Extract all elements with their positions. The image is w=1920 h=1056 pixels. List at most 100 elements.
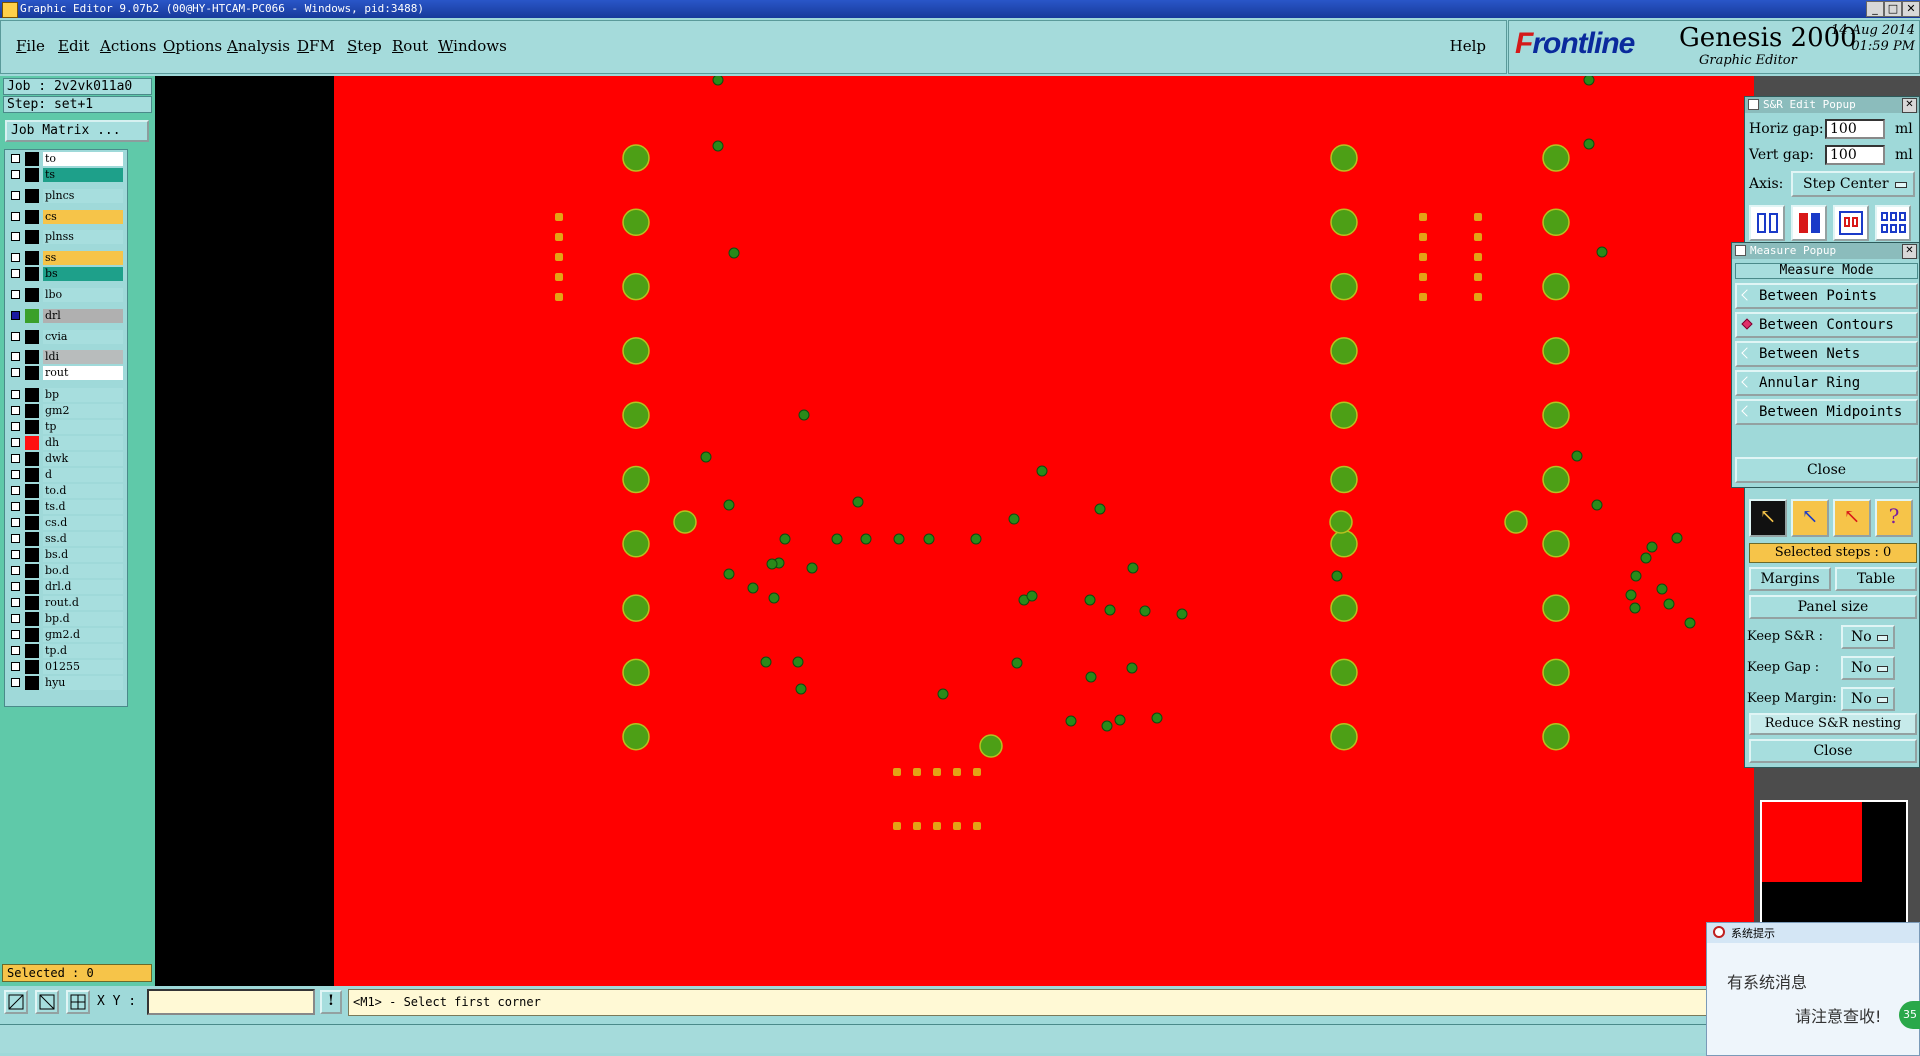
layer-row[interactable]: hyu [7,676,125,690]
horiz-gap-input[interactable]: 100 [1825,119,1885,139]
layer-row[interactable]: plncs [7,189,125,203]
layout-2col-filled-icon[interactable] [1791,205,1827,241]
select-arrow-alt-icon[interactable]: ↖ [1791,499,1829,537]
layer-color-swatch[interactable] [25,612,39,626]
layer-checkbox[interactable] [11,352,20,361]
select-arrow-icon[interactable]: ↖ [1749,499,1787,537]
layer-row[interactable]: 01255 [7,660,125,674]
layer-row[interactable]: bp.d [7,612,125,626]
layer-checkbox[interactable] [11,290,20,299]
table-button[interactable]: Table [1835,567,1917,591]
layer-color-swatch[interactable] [25,452,39,466]
menu-help[interactable]: Help [1450,37,1486,55]
layer-color-swatch[interactable] [25,436,39,450]
layer-row[interactable]: ldi [7,350,125,364]
layer-row[interactable]: gm2 [7,404,125,418]
measure-close-button[interactable]: Close [1735,457,1918,483]
layer-checkbox[interactable] [11,212,20,221]
layer-color-swatch[interactable] [25,288,39,302]
sr-popup-close-icon[interactable]: ✕ [1902,98,1917,113]
layer-color-swatch[interactable] [25,500,39,514]
layout-grid-icon[interactable] [1875,205,1911,241]
layer-color-swatch[interactable] [25,484,39,498]
layer-row[interactable]: drl [7,309,125,323]
layer-color-swatch[interactable] [25,580,39,594]
menu-actions[interactable]: Actions [100,37,156,55]
layer-checkbox[interactable] [11,191,20,200]
layer-color-swatch[interactable] [25,388,39,402]
layer-checkbox[interactable] [11,646,20,655]
menu-windows[interactable]: Windows [438,37,507,55]
measure-option[interactable]: Between Points [1735,283,1918,309]
layer-color-swatch[interactable] [25,420,39,434]
select-arrow-red-icon[interactable]: ↖ [1833,499,1871,537]
layer-color-swatch[interactable] [25,660,39,674]
layer-row[interactable]: bo.d [7,564,125,578]
layer-color-swatch[interactable] [25,309,39,323]
layer-color-swatch[interactable] [25,350,39,364]
layer-color-swatch[interactable] [25,267,39,281]
system-notification[interactable]: 系统提示 有系统消息 请注意查收! 35 [1706,922,1920,1056]
layer-color-swatch[interactable] [25,644,39,658]
layer-row[interactable]: ts [7,168,125,182]
keep-sr-select[interactable]: No [1841,625,1895,649]
menu-dfm[interactable]: DFM [297,37,335,55]
layer-row[interactable]: bs [7,267,125,281]
menu-edit[interactable]: Edit [58,37,89,55]
layer-checkbox[interactable] [11,518,20,527]
layer-color-swatch[interactable] [25,230,39,244]
pcb-canvas[interactable] [334,76,1754,986]
layer-checkbox[interactable] [11,368,20,377]
layer-color-swatch[interactable] [25,676,39,690]
layer-checkbox[interactable] [11,406,20,415]
minimize-button[interactable]: _ [1866,1,1884,17]
layer-checkbox[interactable] [11,582,20,591]
layer-row[interactable]: tp.d [7,644,125,658]
layer-row[interactable]: gm2.d [7,628,125,642]
layer-checkbox[interactable] [11,486,20,495]
layer-row[interactable]: d [7,468,125,482]
layer-checkbox[interactable] [11,422,20,431]
layer-color-swatch[interactable] [25,210,39,224]
layer-checkbox[interactable] [11,390,20,399]
layer-row[interactable]: bp [7,388,125,402]
layer-row[interactable]: cs [7,210,125,224]
layer-checkbox[interactable] [11,534,20,543]
layer-row[interactable]: bs.d [7,548,125,562]
layer-checkbox[interactable] [11,550,20,559]
layer-color-swatch[interactable] [25,152,39,166]
layer-row[interactable]: ss.d [7,532,125,546]
layer-row[interactable]: rout.d [7,596,125,610]
layer-row[interactable]: plnss [7,230,125,244]
layer-row[interactable]: drl.d [7,580,125,594]
measure-option[interactable]: Between Nets [1735,341,1918,367]
layer-color-swatch[interactable] [25,596,39,610]
layer-checkbox[interactable] [11,253,20,262]
layer-color-swatch[interactable] [25,168,39,182]
grid-snap-icon[interactable] [66,990,90,1014]
layer-color-swatch[interactable] [25,366,39,380]
layer-checkbox[interactable] [11,662,20,671]
command-button[interactable]: ! [320,990,342,1014]
layer-checkbox[interactable] [11,630,20,639]
layer-checkbox[interactable] [11,232,20,241]
layer-color-swatch[interactable] [25,404,39,418]
layer-checkbox[interactable] [11,502,20,511]
panel-size-button[interactable]: Panel size [1749,595,1917,619]
layer-row[interactable]: ts.d [7,500,125,514]
layer-checkbox[interactable] [11,598,20,607]
layer-checkbox[interactable] [11,170,20,179]
layer-row[interactable]: tp [7,420,125,434]
layer-checkbox[interactable] [11,438,20,447]
layer-color-swatch[interactable] [25,189,39,203]
layer-checkbox[interactable] [11,470,20,479]
layer-row[interactable]: rout [7,366,125,380]
layer-row[interactable]: cs.d [7,516,125,530]
layer-row[interactable]: ss [7,251,125,265]
layer-row[interactable]: dh [7,436,125,450]
layer-color-swatch[interactable] [25,516,39,530]
layout-nested-icon[interactable] [1833,205,1869,241]
menu-file[interactable]: File [16,37,45,55]
layer-color-swatch[interactable] [25,468,39,482]
layer-color-swatch[interactable] [25,564,39,578]
